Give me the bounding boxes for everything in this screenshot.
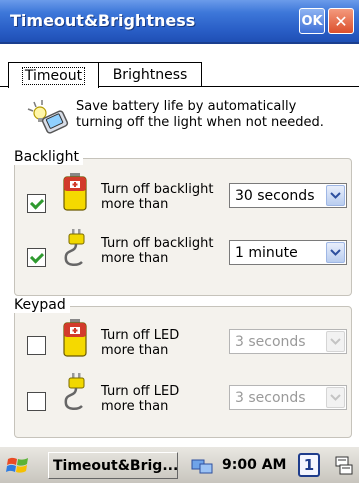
taskbar: Timeout&Brig... 9:00 AM 1	[0, 446, 359, 483]
battery-icon	[63, 173, 87, 211]
title-bar: Timeout&Brightness OK ✕	[0, 0, 359, 44]
backlight-power-label: Turn off backlight more than	[101, 236, 231, 266]
settings-panel: Timeout Brightness Save battery life by …	[0, 44, 359, 446]
backlight-power-checkbox[interactable]	[27, 248, 46, 267]
close-button[interactable]: ✕	[328, 8, 354, 34]
intro-line-1: Save battery life by automatically	[76, 99, 297, 114]
intro-description: Save battery life by automatically turni…	[76, 99, 356, 131]
tab-timeout[interactable]: Timeout	[8, 62, 99, 88]
close-icon: ✕	[334, 11, 348, 31]
chevron-down-icon[interactable]	[326, 387, 345, 408]
network-icon[interactable]	[334, 455, 354, 477]
keypad-battery-label-line2: more than	[101, 343, 169, 358]
backlight-battery-label: Turn off backlight more than	[101, 182, 231, 212]
backlight-power-label-line2: more than	[101, 251, 169, 266]
backlight-battery-timeout-select[interactable]: 30 seconds	[229, 183, 347, 208]
task-button-timeout[interactable]: Timeout&Brig...	[48, 452, 178, 479]
keypad-power-timeout-value: 3 seconds	[235, 389, 306, 406]
backlight-power-timeout-value: 1 minute	[235, 244, 298, 261]
desktop-number-button[interactable]: 1	[298, 453, 320, 477]
chevron-down-icon[interactable]	[326, 185, 345, 206]
window-title: Timeout&Brightness	[10, 11, 196, 30]
power-plug-icon	[64, 229, 85, 266]
tab-timeout-label: Timeout	[21, 66, 86, 85]
keypad-power-checkbox[interactable]	[27, 392, 46, 411]
backlight-battery-checkbox[interactable]	[27, 194, 46, 213]
power-plug-icon	[64, 373, 85, 410]
tab-brightness-label: Brightness	[112, 67, 188, 83]
clock-time[interactable]: 9:00 AM	[222, 457, 286, 473]
connectivity-icon[interactable]	[190, 457, 214, 475]
chevron-down-icon[interactable]	[326, 242, 345, 263]
lightbulb-device-icon	[27, 100, 69, 134]
keypad-power-label-line1: Turn off LED	[101, 384, 180, 399]
keypad-group-label: Keypad	[14, 297, 70, 313]
chevron-down-icon[interactable]	[326, 331, 345, 352]
keypad-power-label: Turn off LED more than	[101, 384, 231, 414]
tab-brightness[interactable]: Brightness	[98, 62, 202, 87]
keypad-battery-timeout-select[interactable]: 3 seconds	[229, 329, 347, 354]
start-icon[interactable]	[6, 455, 30, 477]
keypad-battery-timeout-value: 3 seconds	[235, 333, 306, 350]
backlight-battery-label-line2: more than	[101, 197, 169, 212]
keypad-power-label-line2: more than	[101, 399, 169, 414]
backlight-power-label-line1: Turn off backlight	[101, 236, 214, 251]
keypad-power-timeout-select[interactable]: 3 seconds	[229, 385, 347, 410]
backlight-power-timeout-select[interactable]: 1 minute	[229, 240, 347, 265]
keypad-battery-checkbox[interactable]	[27, 336, 46, 355]
backlight-group-label: Backlight	[14, 149, 84, 165]
intro-line-2: turning off the light when not needed.	[76, 115, 324, 130]
battery-icon	[63, 319, 87, 357]
keypad-battery-label: Turn off LED more than	[101, 328, 231, 358]
backlight-battery-timeout-value: 30 seconds	[235, 187, 315, 204]
ok-button[interactable]: OK	[299, 8, 325, 34]
backlight-battery-label-line1: Turn off backlight	[101, 182, 214, 197]
keypad-battery-label-line1: Turn off LED	[101, 328, 180, 343]
